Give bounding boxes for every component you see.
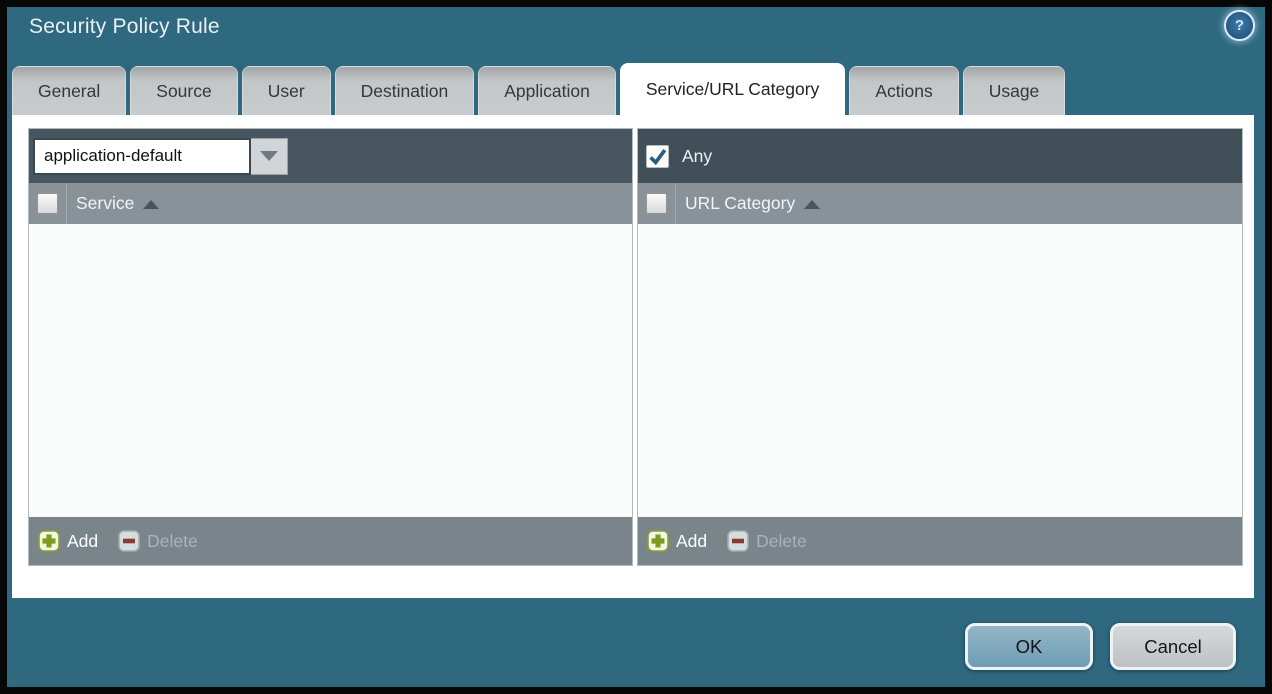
tab-service-url-category[interactable]: Service/URL Category xyxy=(620,63,845,115)
any-checkbox[interactable] xyxy=(646,145,669,168)
tab-actions[interactable]: Actions xyxy=(849,66,958,115)
tab-label: General xyxy=(38,81,100,102)
tab-label: Actions xyxy=(875,81,932,102)
url-category-column-label: URL Category xyxy=(685,193,795,214)
tab-destination[interactable]: Destination xyxy=(335,66,475,115)
service-panel-toolbar xyxy=(29,129,632,183)
tab-label: Source xyxy=(156,81,211,102)
url-category-panel: Any URL Category Add xyxy=(637,128,1243,566)
delete-url-category-button[interactable]: Delete xyxy=(727,530,807,552)
tab-content: Service Add Dele xyxy=(12,115,1254,598)
security-policy-rule-dialog: Security Policy Rule ? General Source Us… xyxy=(0,0,1272,694)
tab-application[interactable]: Application xyxy=(478,66,616,115)
add-label: Add xyxy=(676,531,707,552)
any-label: Any xyxy=(682,146,712,167)
url-category-panel-toolbar: Any xyxy=(638,129,1242,183)
cancel-button[interactable]: Cancel xyxy=(1110,623,1236,670)
minus-icon xyxy=(118,530,140,552)
url-category-grid-footer: Add Delete xyxy=(638,517,1242,565)
service-list xyxy=(29,224,632,517)
sort-ascending-icon xyxy=(143,200,159,209)
url-category-list xyxy=(638,224,1242,517)
tab-label: Service/URL Category xyxy=(646,79,819,100)
url-category-grid-header: URL Category xyxy=(638,183,1242,224)
checkmark-icon xyxy=(647,145,668,168)
service-type-dropdown[interactable] xyxy=(33,138,288,175)
add-service-button[interactable]: Add xyxy=(38,530,98,552)
help-icon-glyph: ? xyxy=(1235,18,1244,33)
tab-label: Application xyxy=(504,81,590,102)
dropdown-arrow-button[interactable] xyxy=(251,138,288,175)
sort-ascending-icon xyxy=(804,200,820,209)
delete-service-button[interactable]: Delete xyxy=(118,530,198,552)
tab-label: Usage xyxy=(989,81,1040,102)
delete-label: Delete xyxy=(147,531,198,552)
minus-icon xyxy=(727,530,749,552)
chevron-down-icon xyxy=(260,151,278,161)
add-url-category-button[interactable]: Add xyxy=(647,530,707,552)
plus-icon xyxy=(38,530,60,552)
tab-user[interactable]: User xyxy=(242,66,331,115)
select-all-services-checkbox[interactable] xyxy=(37,193,58,214)
plus-icon xyxy=(647,530,669,552)
service-grid-header: Service xyxy=(29,183,632,224)
service-column-label: Service xyxy=(76,193,134,214)
ok-button[interactable]: OK xyxy=(965,623,1093,670)
dialog-title: Security Policy Rule xyxy=(29,15,220,39)
service-column-header[interactable]: Service xyxy=(67,193,159,214)
checkbox-cell xyxy=(29,183,67,224)
tab-label: User xyxy=(268,81,305,102)
delete-label: Delete xyxy=(756,531,807,552)
service-panel: Service Add Dele xyxy=(28,128,633,566)
help-icon[interactable]: ? xyxy=(1226,12,1253,39)
add-label: Add xyxy=(67,531,98,552)
tab-label: Destination xyxy=(361,81,449,102)
tab-bar: General Source User Destination Applicat… xyxy=(12,63,1065,115)
tab-source[interactable]: Source xyxy=(130,66,237,115)
tab-general[interactable]: General xyxy=(12,66,126,115)
service-type-input[interactable] xyxy=(33,138,251,175)
tab-usage[interactable]: Usage xyxy=(963,66,1066,115)
checkbox-cell xyxy=(638,183,676,224)
url-category-column-header[interactable]: URL Category xyxy=(676,193,820,214)
service-grid-footer: Add Delete xyxy=(29,517,632,565)
select-all-url-categories-checkbox[interactable] xyxy=(646,193,667,214)
